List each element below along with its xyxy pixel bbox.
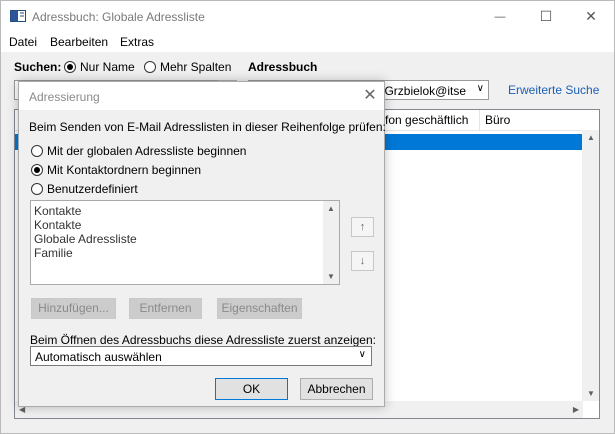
- menu-extras[interactable]: Extras: [120, 35, 154, 49]
- list-scrollbar[interactable]: ▲ ▼: [323, 201, 339, 284]
- properties-button[interactable]: Eigenschaften: [217, 298, 302, 319]
- address-book-icon: [10, 10, 26, 22]
- move-up-button[interactable]: ↑: [351, 217, 374, 237]
- addressbook-label: Adressbuch: [248, 60, 318, 74]
- radio-global-list[interactable]: [31, 145, 43, 157]
- list-item[interactable]: Kontakte: [34, 218, 81, 232]
- list-item[interactable]: Familie: [34, 246, 73, 260]
- radio-custom[interactable]: [31, 183, 43, 195]
- scroll-up-icon[interactable]: ▲: [327, 204, 335, 213]
- addressing-dialog: Adressierung ✕ Beim Senden von E-Mail Ad…: [18, 81, 386, 407]
- column-separator[interactable]: [479, 110, 480, 130]
- chevron-down-icon: ∨: [358, 349, 366, 360]
- list-item[interactable]: Kontakte: [34, 204, 81, 218]
- scroll-up-icon[interactable]: ▲: [587, 133, 595, 142]
- remove-button[interactable]: Entfernen: [129, 298, 202, 319]
- open-list-select[interactable]: Automatisch auswählen ∨: [30, 346, 372, 366]
- search-label: Suchen:: [14, 60, 62, 74]
- radio-global-list-label: Mit der globalen Adressliste beginnen: [47, 144, 247, 158]
- cancel-button[interactable]: Abbrechen: [300, 378, 373, 400]
- chevron-down-icon: ∨: [476, 83, 484, 94]
- advanced-search-link[interactable]: Erweiterte Suche: [508, 83, 599, 97]
- open-list-select-value: Automatisch auswählen: [35, 350, 162, 364]
- column-header-office[interactable]: Büro: [485, 113, 510, 127]
- menu-bar: Datei Bearbeiten Extras: [1, 32, 614, 52]
- close-icon: ✕: [585, 8, 597, 24]
- window-title: Adressbuch: Globale Adressliste: [32, 10, 205, 24]
- list-item[interactable]: Globale Adressliste: [34, 232, 137, 246]
- radio-name-only[interactable]: [64, 61, 76, 73]
- move-down-button[interactable]: ↓: [351, 251, 374, 271]
- ok-button[interactable]: OK: [215, 378, 288, 400]
- title-bar: Adressbuch: Globale Adressliste — ☐ ✕: [1, 1, 614, 32]
- maximize-button[interactable]: ☐: [523, 1, 569, 32]
- radio-custom-label: Benutzerdefiniert: [47, 182, 138, 196]
- radio-contact-folders[interactable]: [31, 164, 43, 176]
- minimize-icon: —: [494, 10, 506, 23]
- scroll-right-icon[interactable]: ▶: [573, 405, 579, 414]
- column-header-phone[interactable]: fon geschäftlich: [385, 113, 468, 127]
- dialog-close-icon[interactable]: ✕: [356, 86, 384, 106]
- addressbook-select-value: k.Grzbielok@itse: [375, 84, 466, 98]
- add-button[interactable]: Hinzufügen...: [31, 298, 116, 319]
- radio-name-only-label: Nur Name: [80, 60, 135, 74]
- dialog-intro-text: Beim Senden von E-Mail Adresslisten in d…: [29, 120, 386, 134]
- radio-contact-folders-label: Mit Kontaktordnern beginnen: [47, 163, 202, 177]
- radio-more-columns-label: Mehr Spalten: [160, 60, 232, 74]
- radio-more-columns[interactable]: [144, 61, 156, 73]
- dialog-title: Adressierung: [29, 90, 100, 104]
- menu-bearbeiten[interactable]: Bearbeiten: [50, 35, 108, 49]
- arrow-up-icon: ↑: [359, 221, 366, 233]
- scroll-down-icon[interactable]: ▼: [587, 389, 595, 398]
- menu-datei[interactable]: Datei: [9, 35, 37, 49]
- open-list-label: Beim Öffnen des Adressbuchs diese Adress…: [30, 333, 376, 347]
- arrow-down-icon: ↓: [359, 255, 366, 267]
- minimize-button[interactable]: —: [477, 1, 523, 32]
- close-button[interactable]: ✕: [568, 1, 614, 32]
- address-list-order[interactable]: Kontakte Kontakte Globale Adressliste Fa…: [30, 200, 340, 285]
- vertical-scrollbar[interactable]: ▲ ▼: [582, 130, 599, 401]
- dialog-title-bar: Adressierung ✕: [19, 82, 384, 110]
- maximize-icon: ☐: [539, 8, 553, 24]
- scroll-down-icon[interactable]: ▼: [327, 272, 335, 281]
